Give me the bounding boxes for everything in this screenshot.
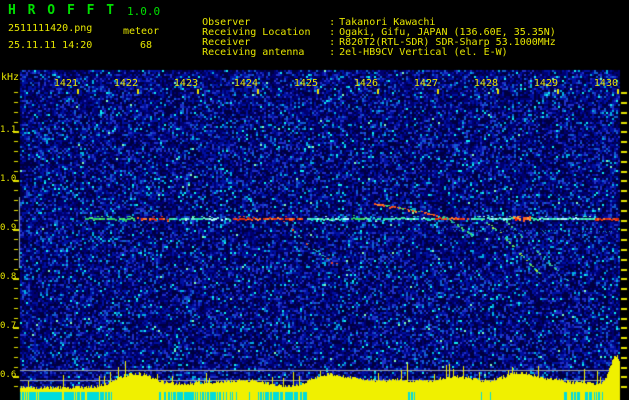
- x-tick-label: 1430: [593, 78, 618, 89]
- info-label: Receiving antenna: [202, 47, 305, 58]
- x-tick-label: 1428: [473, 78, 498, 89]
- app-title: H R O F F T: [8, 3, 117, 18]
- y-tick-label: 1.0: [0, 174, 17, 184]
- x-tick-label: 1422: [113, 78, 138, 89]
- datetime-label: 25.11.11 14:20: [8, 40, 93, 51]
- x-tick-label: 1425: [293, 78, 318, 89]
- x-tick-label: 1423: [173, 78, 198, 89]
- x-tick-label: 1421: [53, 78, 78, 89]
- x-tick-label: 1427: [413, 78, 438, 89]
- y-tick-label: 0.7: [0, 321, 17, 331]
- info-value: 2el-HB9CV Vertical (el. E-W): [339, 47, 508, 58]
- y-tick-label: 1.1: [0, 125, 17, 135]
- x-tick-label: 1426: [353, 78, 378, 89]
- x-tick-label: 1424: [233, 78, 258, 89]
- mode-label: meteor: [123, 26, 160, 37]
- x-tick-label: 1429: [533, 78, 558, 89]
- file-name: 2511111420.png: [8, 23, 93, 34]
- y-axis-unit: kHz: [1, 72, 20, 83]
- y-tick-label: 0.9: [0, 223, 17, 233]
- y-tick-label: 0.8: [0, 272, 17, 282]
- info-separator: :: [329, 47, 336, 58]
- app-version: 1.0.0: [127, 5, 161, 18]
- y-tick-label: 0.6: [0, 370, 17, 380]
- echo-count: 68: [140, 40, 153, 51]
- info-row-antenna: Receiving antenna:2el-HB9CV Vertical (el…: [178, 36, 508, 69]
- hrofft-window: H R O F F T 1.0.0 2511111420.png meteor …: [0, 0, 629, 400]
